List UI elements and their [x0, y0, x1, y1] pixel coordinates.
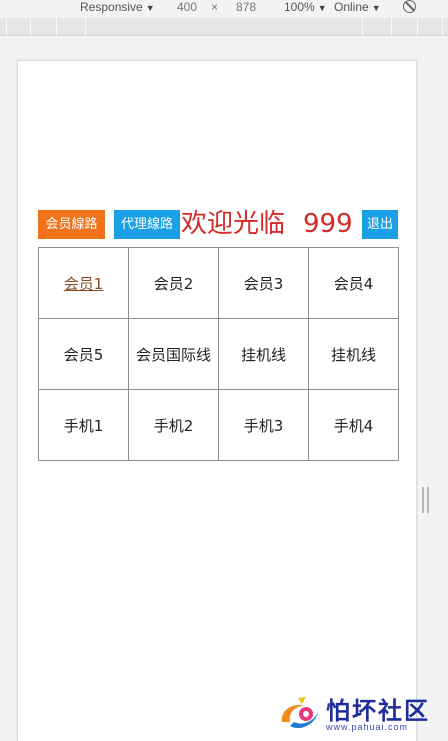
- grid-cell: 手机2: [128, 389, 219, 461]
- grid-cell: 手机1: [38, 389, 129, 461]
- caret-down-icon: ▼: [371, 3, 381, 13]
- zoom-dropdown[interactable]: 100% ▼: [284, 0, 327, 15]
- ruler-segment: [85, 18, 86, 36]
- grid-cell: 会员国际线: [128, 318, 219, 390]
- route-link[interactable]: 挂机线: [331, 346, 376, 364]
- route-link[interactable]: 手机4: [334, 417, 374, 435]
- device-viewport: 会员線路 代理線路 欢迎光临 999 退出 会员1 会员2 会员3 会员4 会员5…: [17, 60, 417, 741]
- table-row: 会员1 会员2 会员3 会员4: [38, 247, 399, 319]
- grid-cell: 会员2: [128, 247, 219, 319]
- route-link[interactable]: 手机1: [64, 417, 104, 435]
- agent-route-button[interactable]: 代理線路: [114, 210, 180, 239]
- device-mode-dropdown[interactable]: Responsive ▼: [80, 0, 155, 15]
- grid-cell: 会员4: [308, 247, 399, 319]
- watermark: 怕坏社区 www.pahuai.com: [276, 690, 444, 738]
- route-link[interactable]: 会员1: [64, 275, 104, 293]
- route-link[interactable]: 挂机线: [241, 346, 286, 364]
- viewport-width-input[interactable]: 400: [177, 0, 197, 14]
- route-link[interactable]: 手机2: [154, 417, 194, 435]
- ruler-segment: [6, 18, 7, 36]
- ruler-segment: [30, 18, 31, 36]
- ruler-segment: [442, 18, 443, 36]
- route-link[interactable]: 会员3: [244, 275, 284, 293]
- page-header: 会员線路 代理線路 欢迎光临 999 退出: [38, 209, 399, 244]
- logout-button[interactable]: 退出: [362, 210, 398, 239]
- ruler-segment: [391, 18, 392, 36]
- ruler-segment: [56, 18, 57, 36]
- caret-down-icon: ▼: [145, 3, 155, 13]
- network-label: Online: [334, 0, 369, 14]
- ruler-segment: [417, 18, 418, 36]
- route-link[interactable]: 手机3: [244, 417, 284, 435]
- welcome-banner: 欢迎光临 999: [181, 206, 353, 242]
- table-row: 会员5 会员国际线 挂机线 挂机线: [38, 318, 399, 390]
- ruler-segment: [362, 18, 363, 36]
- route-link[interactable]: 会员国际线: [136, 346, 211, 364]
- viewport-resize-handle[interactable]: [422, 487, 429, 513]
- grid-cell: 会员5: [38, 318, 129, 390]
- username: 999: [303, 209, 353, 239]
- table-row: 手机1 手机2 手机3 手机4: [38, 389, 399, 461]
- device-mode-label: Responsive: [80, 0, 143, 14]
- route-link[interactable]: 会员2: [154, 275, 194, 293]
- grid-cell: 会员1: [38, 247, 129, 319]
- grid-cell: 手机3: [218, 389, 309, 461]
- disable-rotation-icon[interactable]: [403, 0, 416, 13]
- member-route-button[interactable]: 会员線路: [38, 210, 105, 239]
- grid-cell: 手机4: [308, 389, 399, 461]
- media-query-ruler: [0, 18, 448, 36]
- grid-cell: 挂机线: [218, 318, 309, 390]
- caret-down-icon: ▼: [317, 3, 327, 13]
- route-grid: 会员1 会员2 会员3 会员4 会员5 会员国际线 挂机线 挂机线 手机1 手机…: [38, 247, 399, 461]
- watermark-logo-icon: [281, 697, 318, 729]
- dimension-times-icon: ×: [211, 0, 219, 14]
- zoom-label: 100%: [284, 0, 315, 14]
- network-throttle-dropdown[interactable]: Online ▼: [334, 0, 381, 15]
- viewport-height-input[interactable]: 878: [236, 0, 256, 14]
- welcome-text: 欢迎光临: [181, 209, 286, 239]
- devtools-toolbar: Responsive ▼ 400 × 878 100% ▼ Online ▼: [0, 0, 448, 16]
- watermark-title: 怕坏社区: [326, 696, 430, 725]
- route-link[interactable]: 会员4: [334, 275, 374, 293]
- grid-cell: 会员3: [218, 247, 309, 319]
- route-link[interactable]: 会员5: [64, 346, 104, 364]
- watermark-url: www.pahuai.com: [326, 722, 409, 732]
- grid-cell: 挂机线: [308, 318, 399, 390]
